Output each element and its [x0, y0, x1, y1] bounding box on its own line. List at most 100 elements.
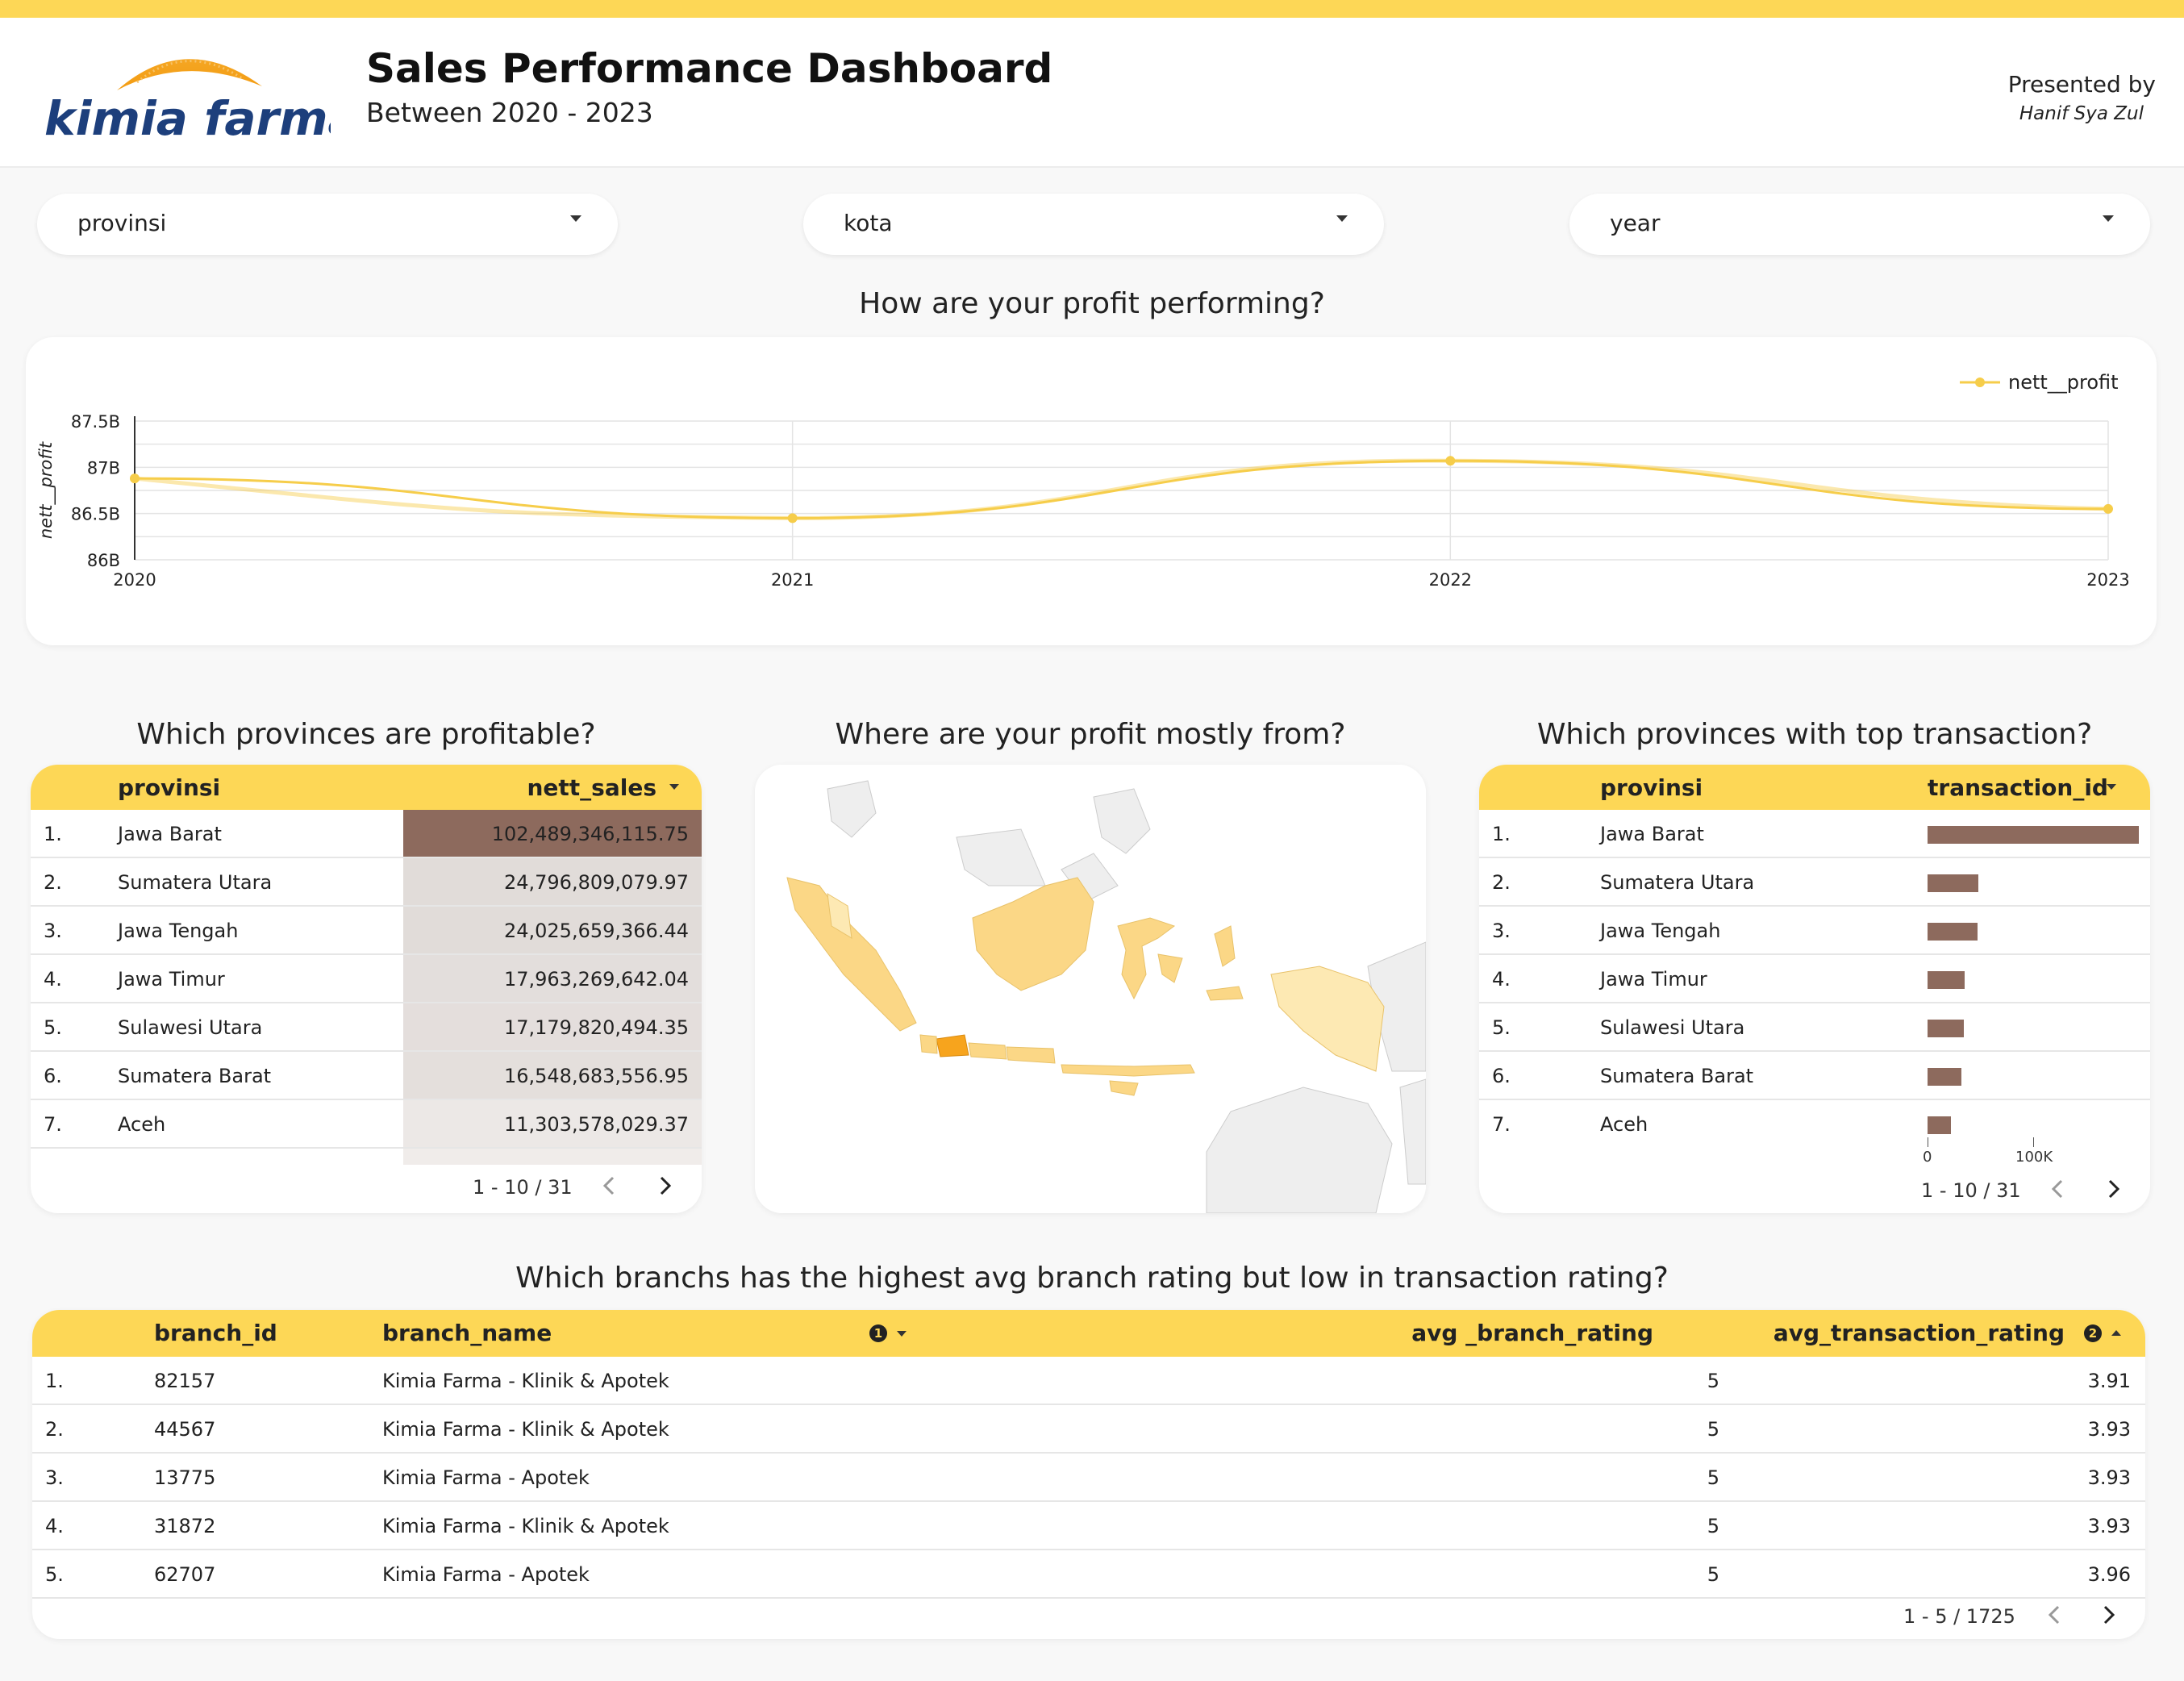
previous-page-icon[interactable] [595, 1171, 624, 1200]
table-row[interactable]: 5. Sulawesi Utara [1479, 1003, 2150, 1052]
sort-asc-icon[interactable] [2111, 1330, 2121, 1336]
provinsi-filter-dropdown[interactable]: provinsi [37, 194, 618, 255]
data-point[interactable] [787, 513, 798, 523]
next-page-icon[interactable] [650, 1171, 679, 1200]
next-page-icon[interactable] [2094, 1600, 2123, 1629]
avg-branch-rating-cell: 5 [1707, 1515, 1719, 1537]
chevron-down-icon [2103, 215, 2114, 222]
provinsi-cell: Jawa Timur [118, 968, 225, 991]
row-index: 2. [44, 871, 62, 894]
column-header-avg-branch-rating[interactable]: avg _branch_rating [1411, 1320, 1653, 1346]
y-tick-label: 86.5B [71, 505, 120, 524]
table-header: branch_id branch_name avg _branch_rating… [32, 1310, 2145, 1357]
provinsi-cell: Jawa Timur [1600, 968, 1707, 991]
info-icon[interactable]: 2 [2084, 1324, 2102, 1342]
sort-desc-icon[interactable] [2107, 784, 2116, 790]
table-row[interactable]: 3. 13775 Kimia Farma - Apotek 5 3.93 [32, 1454, 2145, 1502]
table-row[interactable]: 6. Sumatera Barat 16,548,683,556.95 [31, 1052, 702, 1100]
column-header-branch-id[interactable]: branch_id [154, 1320, 277, 1346]
row-index: 5. [45, 1563, 64, 1586]
table-row[interactable]: 3. Jawa Tengah 24,025,659,366.44 [31, 907, 702, 955]
table-row[interactable]: 5. 62707 Kimia Farma - Apotek 5 3.96 [32, 1550, 2145, 1599]
column-header-avg-transaction-rating[interactable]: avg_transaction_rating [1773, 1320, 2065, 1346]
nett-sales-cell: 24,025,659,366.44 [503, 920, 689, 942]
branch-id-cell: 31872 [154, 1515, 216, 1537]
map-section-title: Where are your profit mostly from? [835, 718, 1346, 751]
legend-label[interactable]: nett__profit [2008, 371, 2119, 394]
row-index: 7. [44, 1113, 62, 1136]
data-point[interactable] [130, 473, 140, 484]
row-index: 6. [1492, 1065, 1511, 1087]
column-header-provinsi[interactable]: provinsi [1600, 774, 1703, 801]
column-header-transaction-id[interactable]: transaction_id [1928, 774, 2108, 801]
table-row[interactable]: 1. Jawa Barat 102,489,346,115.75 [31, 810, 702, 858]
next-page-icon[interactable] [2099, 1174, 2128, 1203]
column-header-provinsi[interactable]: provinsi [118, 774, 220, 801]
branch-id-cell: 13775 [154, 1466, 216, 1489]
table-row[interactable]: 4. Jawa Timur 17,963,269,642.04 [31, 955, 702, 1003]
table-row[interactable]: 5. Sulawesi Utara 17,179,820,494.35 [31, 1003, 702, 1052]
presenter-name: Hanif Sya Zul [2019, 103, 2144, 124]
provinsi-cell: Jawa Barat [118, 823, 222, 845]
column-header-nett-sales[interactable]: nett_sales [527, 774, 656, 801]
info-icon[interactable]: 1 [869, 1324, 887, 1342]
table-row[interactable]: 2. Sumatera Utara [1479, 858, 2150, 907]
table-header: provinsi nett_sales [31, 765, 702, 810]
transaction-bar [1928, 1116, 1951, 1134]
kimia-farma-logo: kimia farma [44, 59, 331, 146]
column-header-branch-name[interactable]: branch_name [382, 1320, 552, 1346]
indonesia-geo-map[interactable] [755, 765, 1426, 1213]
row-index: 3. [1492, 920, 1511, 942]
nett-sales-cell: 102,489,346,115.75 [491, 823, 689, 845]
provinsi-cell: Sumatera Utara [118, 871, 273, 894]
sort-desc-icon[interactable] [897, 1331, 907, 1337]
svg-text:kimia farma: kimia farma [44, 91, 331, 146]
branch-name-cell: Kimia Farma - Klinik & Apotek [382, 1370, 669, 1392]
row-index: 3. [44, 920, 62, 942]
x-tick-label: 2021 [771, 570, 814, 590]
branch-id-cell: 62707 [154, 1563, 216, 1586]
profit-line-chart: 86B 86.5B 87B 87.5B 2020 2021 2022 2023 nett__pr… [36, 371, 2130, 590]
profit-map-card [755, 765, 1426, 1213]
branch-section-title: Which branchs has the highest avg branch… [515, 1262, 1669, 1295]
row-index: 7. [1492, 1113, 1511, 1136]
axis-tick [2033, 1137, 2034, 1147]
table-row[interactable]: 1. 82157 Kimia Farma - Klinik & Apotek 5 3.9… [32, 1357, 2145, 1405]
table-row[interactable]: 4. 31872 Kimia Farma - Klinik & Apotek 5 3.9… [32, 1502, 2145, 1550]
table-row[interactable]: 7. Aceh [1479, 1100, 2150, 1149]
axis-tick-label: 100K [2015, 1149, 2053, 1166]
transaction-bar [1928, 971, 1965, 989]
table-row[interactable]: 6. Sumatera Barat [1479, 1052, 2150, 1100]
dashboard-title: Sales Performance Dashboard [366, 45, 1053, 92]
dashboard-header: kimia farma Sales Performance Dashboard … [0, 18, 2184, 168]
table-row[interactable]: 1. Jawa Barat [1479, 810, 2150, 858]
dropdown-label: provinsi [77, 210, 167, 236]
x-tick-label: 2020 [113, 570, 156, 590]
avg-branch-rating-cell: 5 [1707, 1370, 1719, 1392]
row-index: 2. [1492, 871, 1511, 894]
branch-name-cell: Kimia Farma - Apotek [382, 1466, 590, 1489]
table-row[interactable]: 4. Jawa Timur [1479, 955, 2150, 1003]
series-line-nett-profit [134, 459, 2109, 519]
axis-tick-label: 0 [1923, 1149, 1932, 1166]
data-point[interactable] [1445, 456, 1456, 466]
pagination-label: 1 - 10 / 31 [1921, 1179, 2021, 1202]
data-point[interactable] [2103, 503, 2113, 514]
table-row[interactable]: 2. 44567 Kimia Farma - Klinik & Apotek 5 3.9… [32, 1405, 2145, 1454]
table-row[interactable]: 7. Aceh 11,303,578,029.37 [31, 1100, 702, 1149]
kota-filter-dropdown[interactable]: kota [803, 194, 1384, 255]
top-transaction-card: provinsi transaction_id 1. Jawa Barat 2. Su… [1479, 765, 2150, 1213]
previous-page-icon[interactable] [2040, 1600, 2069, 1629]
x-tick-label: 2022 [1429, 570, 1472, 590]
sort-desc-icon[interactable] [669, 784, 679, 790]
previous-page-icon[interactable] [2044, 1174, 2073, 1203]
year-filter-dropdown[interactable]: year [1569, 194, 2150, 255]
y-tick-label: 86B [87, 551, 120, 570]
pagination-label: 1 - 10 / 31 [473, 1176, 573, 1199]
provinsi-cell: Jawa Tengah [118, 920, 239, 942]
table-row[interactable]: 3. Jawa Tengah [1479, 907, 2150, 955]
row-index: 5. [1492, 1016, 1511, 1039]
dropdown-label: year [1610, 210, 1661, 236]
provinces-profitable-card: provinsi nett_sales 1. Jawa Barat 102,489,… [31, 765, 702, 1213]
table-row[interactable]: 2. Sumatera Utara 24,796,809,079.97 [31, 858, 702, 907]
